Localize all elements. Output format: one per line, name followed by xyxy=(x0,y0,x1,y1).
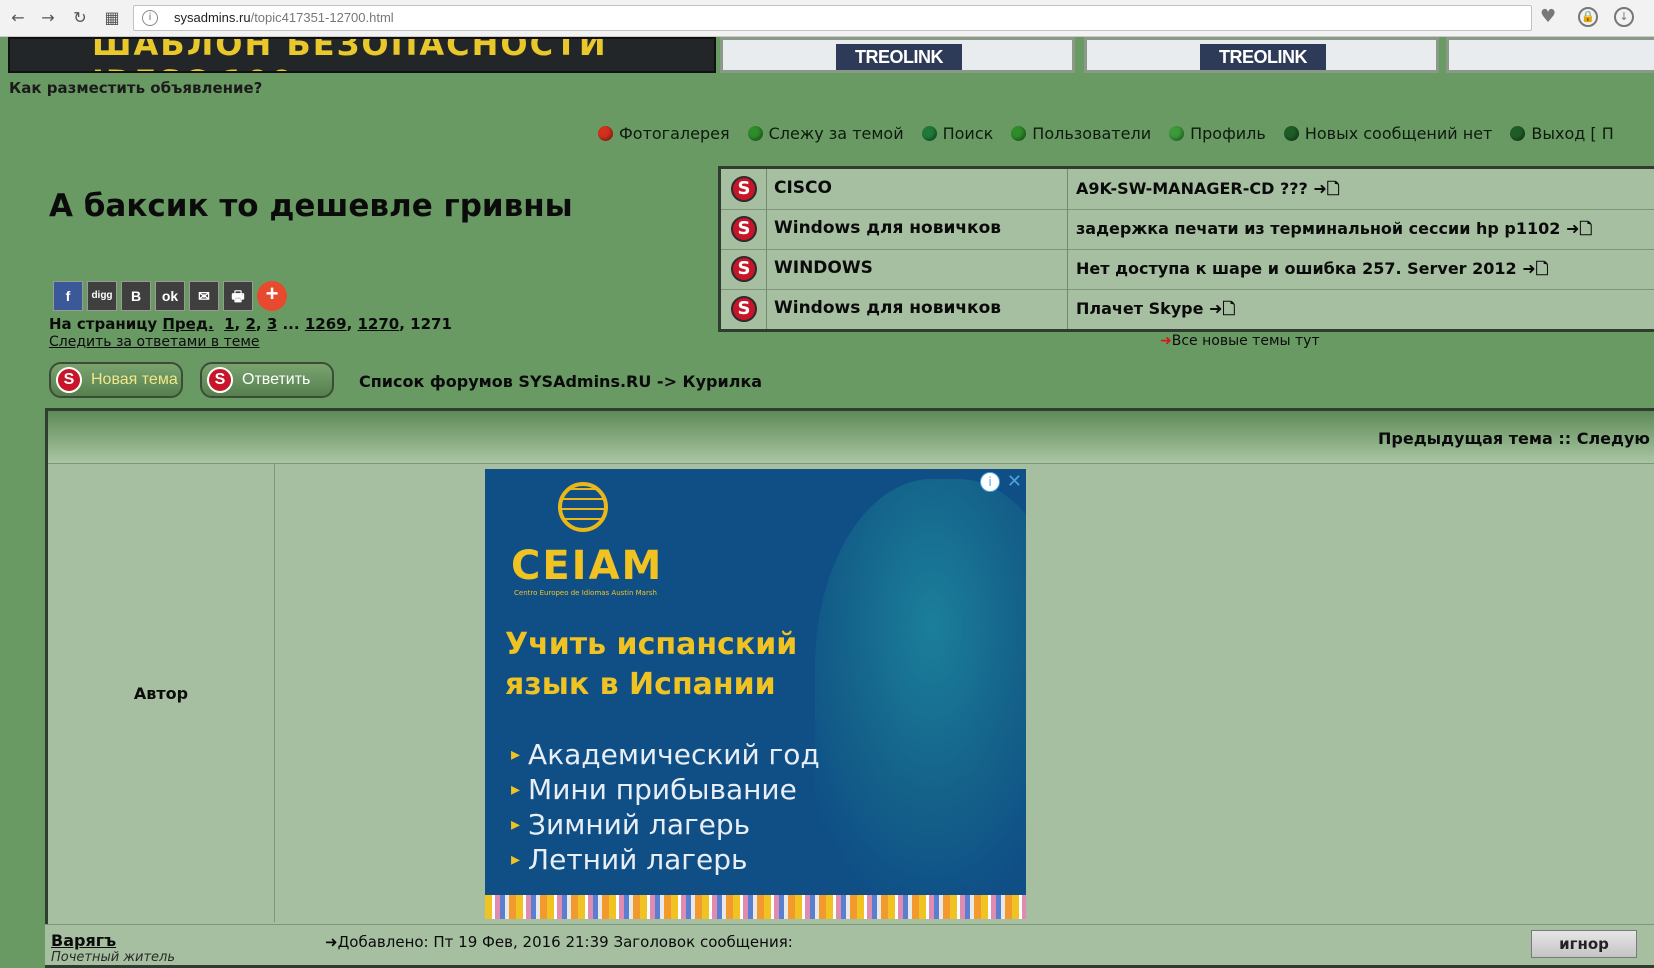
prev-next-topic-links[interactable]: Предыдущая тема :: Следую xyxy=(1378,429,1650,448)
topic-forum[interactable]: WINDOWS xyxy=(774,258,873,278)
post-author-name[interactable]: Варягъ xyxy=(51,931,116,950)
ignore-button[interactable]: игнор xyxy=(1531,930,1637,958)
reply-button[interactable]: S Ответить xyxy=(200,362,334,398)
ad-stripes xyxy=(485,895,1026,919)
globe-logo-icon xyxy=(558,482,608,532)
sysadmins-logo-icon: S xyxy=(731,256,757,282)
sysadmins-logo-icon: S xyxy=(731,176,757,202)
facebook-icon[interactable]: f xyxy=(53,281,83,311)
pagination: На страницу Пред. 1, 2, 3 ... 1269, 1270… xyxy=(49,315,452,333)
current-page: 1271 xyxy=(410,315,452,333)
ad-bullet: Летний лагерь xyxy=(511,842,820,877)
ad-brand-subtitle: Centro Europeo de Idiomas Austin Marsh xyxy=(514,589,657,597)
ad-bullet: Мини прибывание xyxy=(511,772,820,807)
ad-close-icon[interactable]: ✕ xyxy=(1007,471,1022,492)
post-meta: ➜Добавлено: Пт 19 Фев, 2016 21:39 Заголо… xyxy=(325,933,793,951)
author-column: Автор xyxy=(48,464,275,922)
nav-users[interactable]: Пользователи xyxy=(1011,124,1151,143)
search-icon xyxy=(921,126,937,141)
sysadmins-logo-icon: S xyxy=(731,296,757,322)
extension-lock-icon[interactable]: 🔒 xyxy=(1578,7,1598,27)
sysadmins-logo-icon: S xyxy=(56,367,82,393)
banner-3[interactable] xyxy=(1446,37,1654,73)
bookmark-heart-icon[interactable]: ♥ xyxy=(1540,6,1556,27)
page-link[interactable]: 1270 xyxy=(358,315,400,333)
site-info-icon[interactable]: i xyxy=(142,10,158,26)
reload-icon[interactable]: ↻ xyxy=(70,8,90,28)
address-bar[interactable]: i sysadmins.ru/topic417351-12700.html xyxy=(133,5,1532,31)
forward-icon[interactable]: → xyxy=(38,8,58,28)
arrow-right-icon: ➜ xyxy=(1160,333,1172,349)
topic-forum[interactable]: Windows для новичков xyxy=(774,298,1001,318)
email-icon[interactable]: ✉ xyxy=(189,281,219,311)
treolink-banner-2[interactable]: TREOLINK xyxy=(1084,37,1439,73)
topic-forum[interactable]: Windows для новичков xyxy=(774,218,1001,238)
recent-topic-row[interactable]: S CISCO A9K-SW-MANAGER-CD ??? ➜🗋 xyxy=(721,169,1654,210)
back-icon[interactable]: ← xyxy=(8,8,28,28)
author-header: Автор xyxy=(133,684,189,703)
table-header: Предыдущая тема :: Следую xyxy=(48,411,1654,464)
how-to-advertise-link[interactable]: Как разместить объявление? xyxy=(9,79,262,97)
watch-replies-link[interactable]: Следить за ответами в теме xyxy=(49,334,260,350)
topic-title[interactable]: A9K-SW-MANAGER-CD ??? ➜🗋 xyxy=(1076,178,1340,205)
breadcrumb[interactable]: Список форумов SYSAdmins.RU -> Курилка xyxy=(359,372,762,391)
sysadmins-logo-icon: S xyxy=(207,367,233,393)
recent-topics-box: S CISCO A9K-SW-MANAGER-CD ??? ➜🗋 S Windo… xyxy=(718,166,1654,332)
users-icon xyxy=(1011,126,1027,141)
post-row: Варягъ Почетный житель ➜Добавлено: Пт 19… xyxy=(45,924,1654,965)
page-prev-link[interactable]: Пред. xyxy=(162,315,213,333)
topic-forum[interactable]: CISCO xyxy=(774,178,832,198)
post-author-rank: Почетный житель xyxy=(51,950,176,965)
recent-topic-row[interactable]: S Windows для новичков Плачет Skype ➜🗋 xyxy=(721,289,1654,329)
add-share-icon[interactable]: + xyxy=(257,281,287,311)
nav-watch-topic[interactable]: Слежу за темой xyxy=(747,124,904,143)
all-new-topics-link[interactable]: ➜Все новые темы тут xyxy=(1160,333,1320,349)
watch-topic-icon xyxy=(747,126,763,141)
odnoklassniki-icon[interactable]: ok xyxy=(155,281,185,311)
profile-icon xyxy=(1169,126,1185,141)
share-bar: f digg B ok ✉ 🖶 + xyxy=(53,281,287,311)
top-navigation: Фотогалерея Слежу за темой Поиск Пользов… xyxy=(598,124,1632,143)
vkontakte-icon[interactable]: B xyxy=(121,281,151,311)
ad-bullet: Академический год xyxy=(511,737,820,772)
digg-icon[interactable]: digg xyxy=(87,281,117,311)
topic-title[interactable]: Плачет Skype ➜🗋 xyxy=(1076,298,1235,325)
page-link[interactable]: 3 xyxy=(267,315,277,333)
nav-messages[interactable]: Новых сообщений нет xyxy=(1283,124,1492,143)
new-topic-button[interactable]: S Новая тема xyxy=(49,362,183,398)
download-icon[interactable]: ↓ xyxy=(1614,7,1634,27)
recent-topic-row[interactable]: S WINDOWS Нет доступа к шаре и ошибка 25… xyxy=(721,249,1654,290)
page-link[interactable]: 2 xyxy=(245,315,255,333)
ad-bullets: Академический год Мини прибывание Зимний… xyxy=(511,737,820,877)
sysadmins-logo-icon: S xyxy=(731,216,757,242)
browser-toolbar: ← → ↻ ▦ i sysadmins.ru/topic417351-12700… xyxy=(0,0,1654,37)
top-banner-ad[interactable]: ШАБЛОН БЕЗОПАСНОСТИ IDESC 100 xyxy=(8,37,716,73)
ad-brand: CEIAM xyxy=(511,543,664,589)
apps-grid-icon[interactable]: ▦ xyxy=(102,8,122,28)
page-title: А баксик то дешевле гривны xyxy=(49,188,573,224)
nav-profile[interactable]: Профиль xyxy=(1169,124,1266,143)
nav-logout[interactable]: Выход [ П xyxy=(1510,124,1614,143)
treolink-logo: TREOLINK xyxy=(836,44,962,70)
page-link[interactable]: 1269 xyxy=(305,315,347,333)
nav-search[interactable]: Поиск xyxy=(921,124,993,143)
url-text[interactable]: sysadmins.ru/topic417351-12700.html xyxy=(174,10,394,25)
ad-info-icon[interactable]: i xyxy=(980,472,1000,492)
treolink-banner-1[interactable]: TREOLINK xyxy=(720,37,1075,73)
ad-headline: язык в Испании xyxy=(505,667,776,702)
ad-photo xyxy=(815,479,1026,899)
messages-icon xyxy=(1283,126,1299,141)
treolink-logo: TREOLINK xyxy=(1200,44,1326,70)
ad-headline: Учить испанский xyxy=(505,627,798,662)
photo-gallery-icon xyxy=(598,126,613,141)
ceiam-advertisement[interactable]: i ✕ CEIAM Centro Europeo de Idiomas Aust… xyxy=(485,469,1026,919)
topic-title[interactable]: Нет доступа к шаре и ошибка 257. Server … xyxy=(1076,258,1549,285)
recent-topic-row[interactable]: S Windows для новичков задержка печати и… xyxy=(721,209,1654,250)
ad-bullet: Зимний лагерь xyxy=(511,807,820,842)
print-icon[interactable]: 🖶 xyxy=(223,281,253,311)
page-link[interactable]: 1 xyxy=(224,315,234,333)
topic-title[interactable]: задержка печати из терминальной сессии h… xyxy=(1076,218,1592,245)
logout-icon xyxy=(1510,126,1526,141)
nav-photo-gallery[interactable]: Фотогалерея xyxy=(598,124,730,143)
